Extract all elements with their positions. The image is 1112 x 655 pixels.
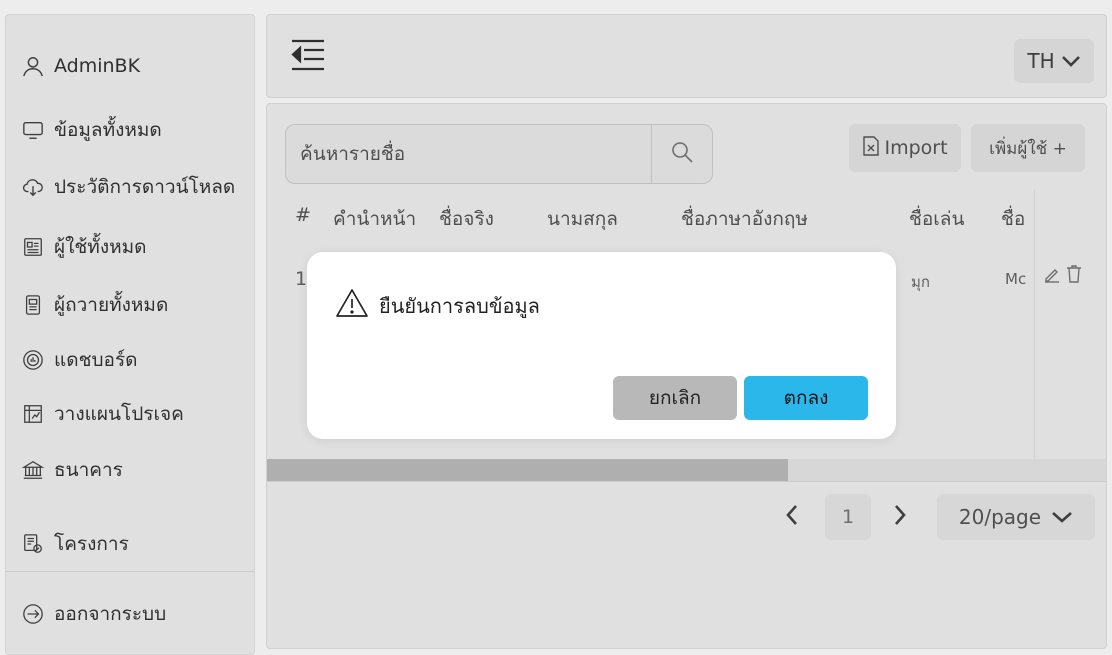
cancel-button[interactable]: ยกเลิก (613, 376, 737, 420)
ok-label: ตกลง (783, 387, 829, 409)
cancel-label: ยกเลิก (648, 387, 702, 409)
warning-icon (335, 288, 379, 323)
dialog-title-text: ยืนยันการลบข้อมูล (379, 293, 540, 318)
dialog-title: ยืนยันการลบข้อมูล (335, 288, 540, 323)
confirm-delete-dialog: ยืนยันการลบข้อมูล ยกเลิก ตกลง (307, 252, 896, 439)
ok-button[interactable]: ตกลง (744, 376, 868, 420)
